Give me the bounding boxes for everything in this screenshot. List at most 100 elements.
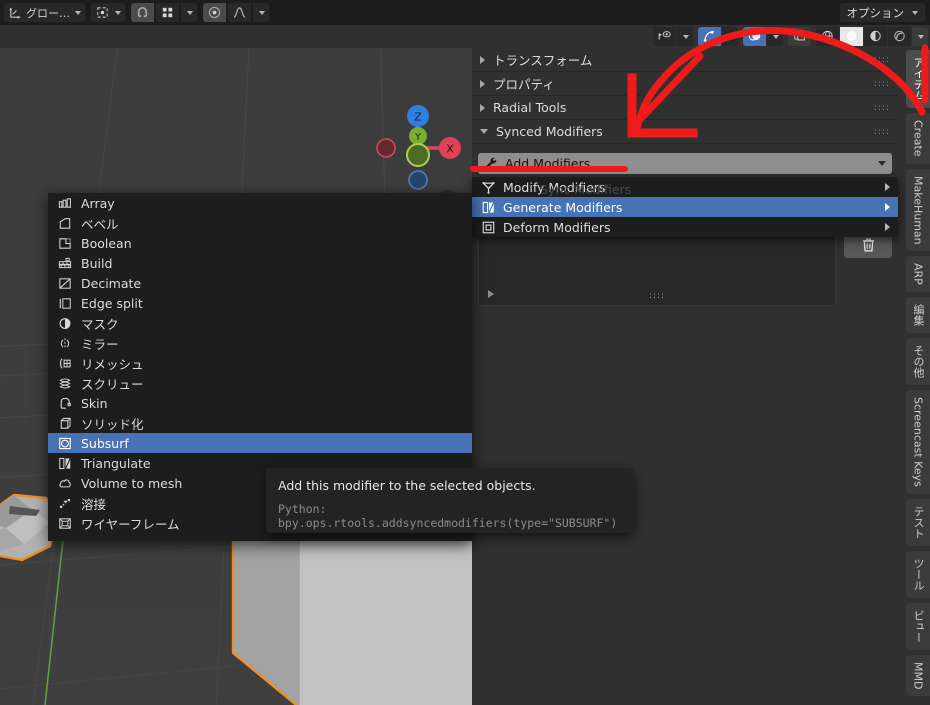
tab-makehuman[interactable]: MakeHuman bbox=[906, 168, 930, 252]
panel-header-transform[interactable]: トランスフォーム :::: bbox=[472, 48, 898, 72]
triangulate-icon bbox=[56, 455, 73, 471]
overlays-chevron[interactable] bbox=[767, 27, 783, 46]
shading-material-button[interactable] bbox=[864, 27, 887, 46]
add-modifiers-dropdown[interactable]: Add Modifiers bbox=[478, 153, 892, 174]
shading-rendered-button[interactable] bbox=[888, 27, 911, 46]
decimate-icon bbox=[56, 275, 73, 291]
chevron-down-icon bbox=[187, 10, 193, 15]
tab-screencast-keys[interactable]: Screencast Keys bbox=[906, 390, 930, 494]
weld-icon bbox=[56, 495, 73, 511]
flyout-item-skin[interactable]: Skin bbox=[48, 393, 472, 413]
flyout-item-decimate[interactable]: Decimate bbox=[48, 273, 472, 293]
flyout-item-label: スクリュー bbox=[81, 376, 144, 392]
material-preview-icon bbox=[868, 29, 883, 44]
drag-grip[interactable]: :::: bbox=[874, 55, 890, 64]
rendered-icon bbox=[892, 29, 907, 44]
gizmo-chevron[interactable] bbox=[722, 27, 738, 46]
wrench-icon bbox=[484, 156, 499, 171]
options-dropdown[interactable]: オプション bbox=[839, 3, 925, 22]
flyout-item-label: 溶接 bbox=[81, 496, 107, 512]
flyout-item-label: Boolean bbox=[81, 235, 132, 251]
flyout-item-solidify[interactable]: ソリッド化 bbox=[48, 413, 472, 433]
submenu-arrow-icon bbox=[885, 183, 890, 191]
snap-magnet-toggle[interactable] bbox=[131, 3, 154, 22]
gizmo-group bbox=[698, 27, 738, 46]
toggle-xray-button[interactable] bbox=[788, 27, 811, 46]
show-gizmo-toggle[interactable] bbox=[698, 27, 721, 46]
object-visibility-button[interactable] bbox=[653, 27, 676, 46]
flyout-item-edge-split[interactable]: Edge split bbox=[48, 293, 472, 313]
show-overlays-toggle[interactable] bbox=[743, 27, 766, 46]
falloff-chevron[interactable] bbox=[253, 3, 269, 22]
flyout-item-label: ミラー bbox=[81, 336, 119, 352]
snap-options-dropdown[interactable] bbox=[181, 3, 197, 22]
skin-icon bbox=[56, 395, 73, 411]
transform-orientation-dropdown[interactable]: グロー… bbox=[4, 3, 85, 22]
pivot-icon bbox=[95, 5, 110, 20]
flyout-item-mask[interactable]: マスク bbox=[48, 313, 472, 333]
flyout-item-label: Build bbox=[81, 255, 113, 271]
visibility-chevron[interactable] bbox=[677, 27, 693, 46]
proportional-dot-icon bbox=[207, 5, 222, 20]
trash-icon bbox=[862, 238, 874, 252]
menu-item-generate-modifiers[interactable]: Generate Modifiers bbox=[472, 197, 898, 217]
tab-mmd[interactable]: MMD bbox=[906, 654, 930, 697]
sync-modifiers-ghost-label: Sync Modifiers bbox=[540, 182, 632, 197]
generate-icon bbox=[480, 199, 496, 215]
tab-label: ARP bbox=[911, 263, 925, 286]
falloff-dropdown[interactable] bbox=[228, 3, 251, 22]
menu-item-label: Deform Modifiers bbox=[503, 219, 611, 235]
tab-test[interactable]: テスト bbox=[906, 498, 930, 546]
flyout-item-array[interactable]: Array bbox=[48, 193, 472, 213]
tab-create[interactable]: Create bbox=[906, 113, 930, 164]
tab-label: ビュー bbox=[912, 609, 925, 643]
overlays-sphere-icon bbox=[747, 29, 762, 44]
tab-label: Create bbox=[911, 120, 925, 157]
flyout-item-remesh[interactable]: リメッシュ bbox=[48, 353, 472, 373]
chevron-right-icon bbox=[480, 55, 485, 64]
flyout-item-label: ベベル bbox=[81, 216, 119, 232]
modifier-list-box[interactable]: :::: bbox=[478, 234, 836, 306]
flyout-item-label: ワイヤーフレーム bbox=[81, 516, 180, 532]
add-modifiers-category-menu: Modify Modifiers Generate Modifiers Defo… bbox=[472, 177, 898, 237]
gizmo-arrow-icon bbox=[702, 29, 717, 44]
drag-grip[interactable]: :::: bbox=[874, 127, 890, 136]
tab-arp[interactable]: ARP bbox=[906, 256, 930, 293]
tab-other[interactable]: その他 bbox=[906, 338, 930, 386]
tab-tool[interactable]: ツール bbox=[906, 550, 930, 598]
snap-target-button[interactable] bbox=[156, 3, 179, 22]
resize-grip[interactable]: :::: bbox=[649, 292, 665, 301]
panel-header-synced-modifiers[interactable]: Synced Modifiers :::: bbox=[472, 120, 898, 144]
tab-edit[interactable]: 編集 bbox=[906, 297, 930, 334]
flyout-item-bevel[interactable]: ベベル bbox=[48, 213, 472, 233]
shading-solid-button[interactable] bbox=[840, 27, 863, 46]
flyout-item-mirror[interactable]: ミラー bbox=[48, 333, 472, 353]
shading-mode-group bbox=[816, 27, 928, 46]
sidebar-tab-strip: アイテム Create MakeHuman ARP 編集 その他 Screenc… bbox=[898, 48, 930, 705]
flyout-item-label: マスク bbox=[81, 316, 119, 332]
flyout-item-subsurf[interactable]: Subsurf bbox=[48, 433, 472, 453]
shading-chevron[interactable] bbox=[912, 27, 928, 46]
navigation-gizmo[interactable]: Z Y X bbox=[368, 98, 474, 204]
chevron-down-icon bbox=[259, 10, 265, 15]
menu-item-modify-modifiers[interactable]: Modify Modifiers bbox=[472, 177, 898, 197]
panel-header-radial-tools[interactable]: Radial Tools :::: bbox=[472, 96, 898, 120]
tab-view[interactable]: ビュー bbox=[906, 602, 930, 650]
subsurf-icon bbox=[56, 435, 73, 451]
tooltip-python: Python: bpy.ops.rtools.addsyncedmodifier… bbox=[278, 502, 618, 530]
flyout-item-label: Skin bbox=[81, 395, 108, 411]
expand-arrow-icon[interactable] bbox=[488, 290, 494, 298]
drag-grip[interactable]: :::: bbox=[874, 103, 890, 112]
chevron-down-icon bbox=[918, 34, 924, 39]
panel-header-properties[interactable]: プロパティ :::: bbox=[472, 72, 898, 96]
snapping-group bbox=[131, 3, 197, 22]
proportional-edit-toggle[interactable] bbox=[203, 3, 226, 22]
shading-wireframe-button[interactable] bbox=[816, 27, 839, 46]
flyout-item-boolean[interactable]: Boolean bbox=[48, 233, 472, 253]
flyout-item-build[interactable]: Build bbox=[48, 253, 472, 273]
flyout-item-screw[interactable]: スクリュー bbox=[48, 373, 472, 393]
tab-item[interactable]: アイテム bbox=[906, 50, 930, 108]
pivot-point-dropdown[interactable] bbox=[91, 3, 125, 22]
drag-grip[interactable]: :::: bbox=[874, 79, 890, 88]
menu-item-deform-modifiers[interactable]: Deform Modifiers bbox=[472, 217, 898, 237]
